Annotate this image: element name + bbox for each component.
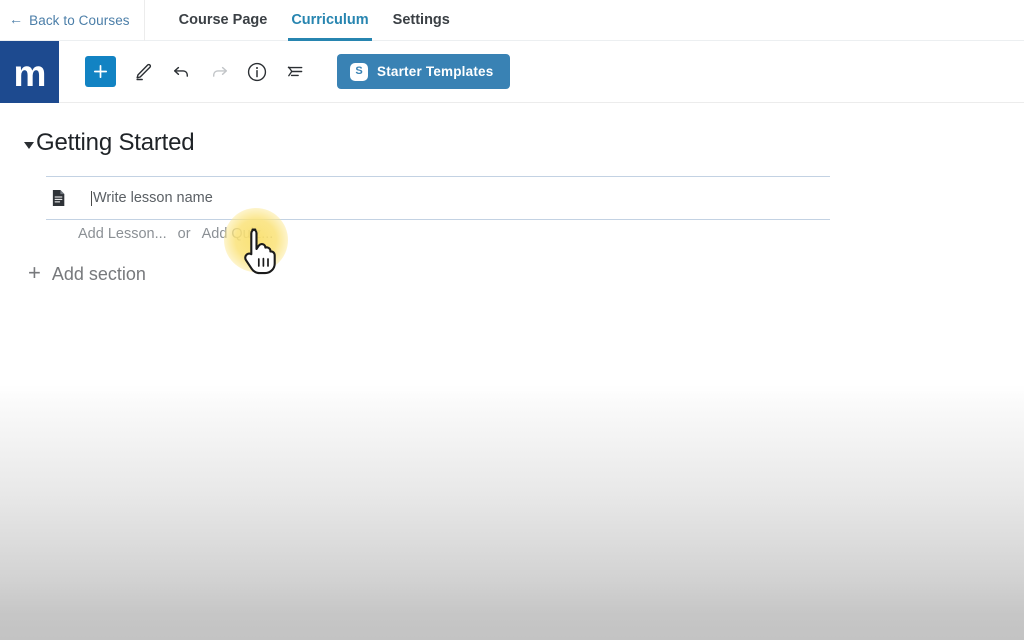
starter-templates-badge-icon: S (350, 62, 368, 81)
add-block-button[interactable] (85, 56, 116, 87)
tab-settings-label: Settings (392, 12, 450, 28)
undo-button[interactable] (164, 55, 198, 89)
edit-tool-button[interactable] (126, 55, 160, 89)
starter-templates-button[interactable]: S Starter Templates (337, 54, 511, 89)
add-section-label: Add section (51, 263, 146, 284)
lesson-name-input[interactable]: Write lesson name (93, 190, 213, 206)
arrow-left-icon: ← (9, 11, 24, 27)
redo-button (202, 55, 236, 89)
lesson-row[interactable]: Write lesson name (46, 176, 830, 220)
starter-templates-label: Starter Templates (377, 64, 494, 79)
redo-icon (212, 66, 227, 77)
back-to-courses-link[interactable]: ← Back to Courses (0, 0, 130, 41)
top-navigation-bar: ← Back to Courses Course Page Curriculum… (0, 0, 1024, 41)
tab-curriculum[interactable]: Curriculum (279, 0, 380, 41)
logo-letter: m (13, 53, 47, 94)
list-view-button[interactable] (278, 55, 312, 89)
info-icon (247, 62, 267, 81)
text-caret (91, 190, 92, 206)
pencil-icon (136, 63, 152, 80)
document-outline-icon (287, 66, 302, 77)
undo-icon (173, 66, 188, 77)
section-title: Getting Started (36, 129, 195, 156)
curriculum-panel: Getting Started Write lesson name Add Le… (0, 103, 1024, 284)
tab-curriculum-label: Curriculum (291, 12, 369, 28)
details-info-button[interactable] (240, 55, 274, 89)
plus-icon (93, 64, 108, 79)
masteriyo-logo[interactable]: m (0, 40, 59, 103)
tab-course-page-label: Course Page (178, 12, 268, 28)
actions-separator: or (177, 226, 191, 242)
back-to-courses-label: Back to Courses (29, 12, 130, 28)
add-lesson-button[interactable]: Add Lesson... (78, 226, 167, 242)
caret-down-icon[interactable] (24, 141, 34, 149)
file-document-icon (51, 189, 66, 207)
lesson-add-actions: Add Lesson... or Add Quiz... (78, 226, 273, 242)
editor-toolbar: m S Starter Templates (0, 40, 1024, 103)
course-builder-screen: ← Back to Courses Course Page Curriculum… (0, 0, 1024, 640)
plus-icon: + (28, 260, 41, 285)
tab-settings[interactable]: Settings (381, 0, 462, 41)
page-tabs: Course Page Curriculum Settings (167, 0, 462, 41)
section-header[interactable]: Getting Started (0, 103, 195, 157)
nav-divider (143, 0, 145, 41)
add-quiz-button[interactable]: Add Quiz... (202, 226, 274, 242)
tab-course-page[interactable]: Course Page (167, 0, 280, 41)
add-section-button[interactable]: + Add section (28, 260, 146, 285)
